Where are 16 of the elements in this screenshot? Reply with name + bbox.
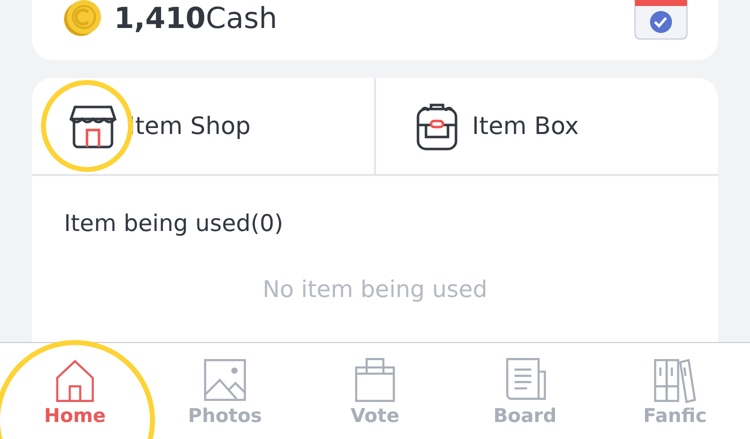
empty-message: No item being used [262,276,488,303]
newspaper-icon [503,357,547,403]
tab[interactable]: Fanfic [600,343,750,439]
books-icon [653,357,697,403]
tab[interactable]: Vote [300,343,450,439]
section-heading: Item being used(0) [63,210,284,237]
tab[interactable]: Home [0,343,150,439]
coin-icon [62,0,104,38]
cash-balance: 1,410Cash [114,1,278,35]
tab[interactable]: Board [450,343,600,439]
attendance-check-icon[interactable] [634,0,688,40]
home-icon [53,357,97,403]
ballot-box-icon [353,357,397,403]
menu-button[interactable]: Item Box [374,78,718,174]
tab[interactable]: Photos [150,343,300,439]
image-icon [203,357,247,403]
